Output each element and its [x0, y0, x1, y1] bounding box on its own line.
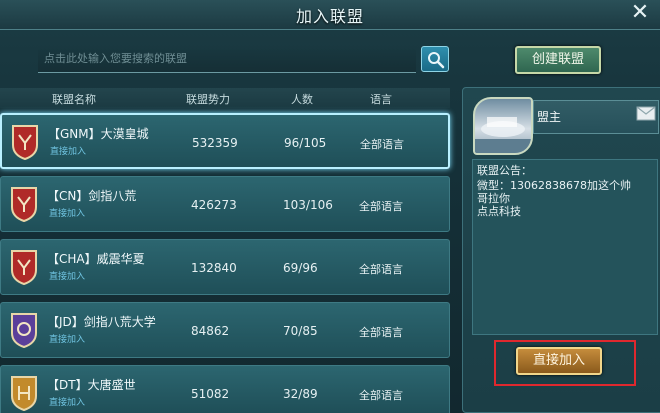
mail-icon[interactable]: [636, 106, 656, 121]
table-header: 联盟名称 联盟势力 人数 语言: [0, 88, 450, 108]
alliance-language: 全部语言: [359, 263, 403, 276]
alliance-row[interactable]: 【JD】剑指八荒大学 直接加入 84862 70/85 全部语言: [0, 302, 450, 358]
direct-join-link[interactable]: 直接加入: [49, 269, 85, 282]
alliance-power: 426273: [191, 198, 237, 212]
alliance-name: 【CN】剑指八荒: [47, 189, 137, 203]
alliance-name: 【GNM】大漠皇城: [48, 127, 149, 141]
header-alliance-name: 联盟名称: [52, 93, 96, 106]
header-members: 人数: [291, 93, 313, 106]
alliance-emblem-icon: [11, 376, 37, 412]
alliance-language: 全部语言: [360, 138, 404, 151]
search-input[interactable]: [38, 45, 416, 72]
alliance-row[interactable]: 【CN】剑指八荒 直接加入 426273 103/106 全部语言: [0, 176, 450, 232]
alliance-emblem-icon: [12, 125, 38, 161]
alliance-language: 全部语言: [359, 326, 403, 339]
alliance-power: 84862: [191, 324, 230, 338]
direct-join-link[interactable]: 直接加入: [49, 206, 85, 219]
alliance-members: 70/85: [283, 324, 318, 338]
close-icon[interactable]: ✕: [628, 2, 652, 26]
alliance-row[interactable]: 【GNM】大漠皇城 直接加入 532359 96/105 全部语言: [0, 113, 450, 169]
notice-line: 点点科技: [477, 205, 521, 218]
alliance-emblem-icon: [11, 313, 37, 349]
direct-join-link[interactable]: 直接加入: [50, 144, 86, 157]
header-language: 语言: [370, 93, 392, 106]
leader-avatar: [473, 97, 533, 155]
alliance-name: 【CHA】威震华夏: [47, 252, 145, 266]
create-alliance-button[interactable]: 创建联盟: [515, 46, 601, 74]
alliance-emblem-icon: [11, 187, 37, 223]
search-button[interactable]: [421, 46, 449, 72]
alliance-members: 32/89: [283, 387, 318, 401]
alliance-emblem-icon: [11, 250, 37, 286]
alliance-language: 全部语言: [359, 389, 403, 402]
alliance-members: 103/106: [283, 198, 333, 212]
alliance-power: 532359: [192, 136, 238, 150]
alliance-name: 【JD】剑指八荒大学: [47, 315, 156, 329]
alliance-row[interactable]: 【CHA】威震华夏 直接加入 132840 69/96 全部语言: [0, 239, 450, 295]
highlight-box: [494, 340, 636, 386]
alliance-language: 全部语言: [359, 200, 403, 213]
notice-title: 联盟公告：: [477, 164, 532, 177]
search-icon: [428, 52, 445, 69]
alliance-members: 69/96: [283, 261, 318, 275]
direct-join-link[interactable]: 直接加入: [49, 395, 85, 408]
alliance-name: 【DT】大唐盛世: [47, 378, 136, 392]
window-title: 加入联盟: [295, 7, 364, 26]
avatar-image-icon: [475, 117, 531, 153]
alliance-members: 96/105: [284, 136, 327, 150]
alliance-power: 132840: [191, 261, 237, 275]
alliance-power: 51082: [191, 387, 230, 401]
direct-join-link[interactable]: 直接加入: [49, 332, 85, 345]
header-alliance-power: 联盟势力: [186, 93, 230, 106]
alliance-row[interactable]: 【DT】大唐盛世 直接加入 51082 32/89 全部语言: [0, 365, 450, 413]
search-field[interactable]: [38, 45, 416, 73]
leader-label: 盟主: [537, 110, 562, 124]
